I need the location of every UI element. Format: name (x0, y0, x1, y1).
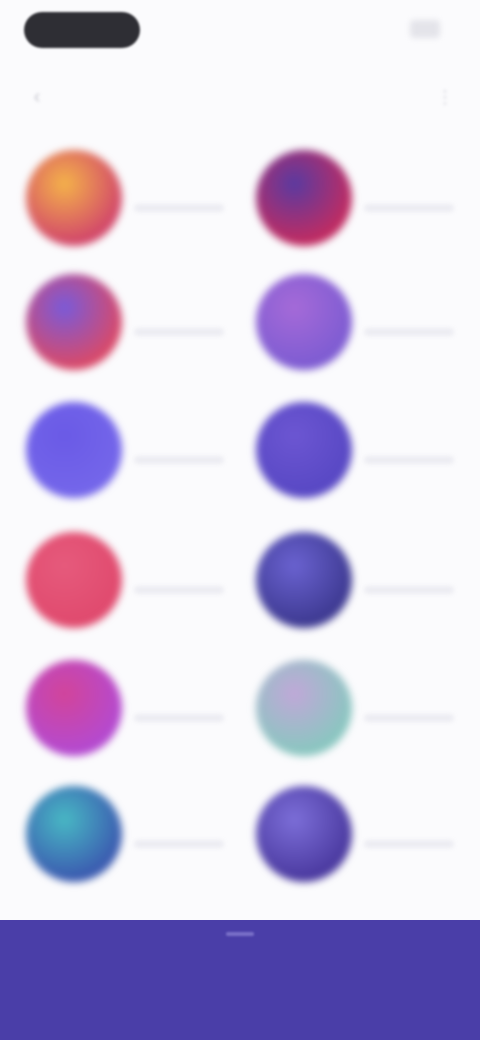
item-subtitle (364, 586, 454, 594)
avatar (26, 274, 122, 370)
header: ‹ ⋮ (0, 70, 480, 126)
grid-item[interactable] (256, 402, 480, 512)
grid-item[interactable] (256, 150, 480, 260)
item-subtitle (134, 456, 224, 464)
item-subtitle (134, 714, 224, 722)
avatar (26, 786, 122, 882)
item-subtitle (364, 204, 454, 212)
grid-item[interactable] (256, 532, 480, 642)
drag-handle[interactable] (226, 932, 254, 936)
avatar (26, 150, 122, 246)
avatar (256, 150, 352, 246)
grid-item[interactable] (256, 274, 480, 384)
item-subtitle (364, 456, 454, 464)
item-subtitle (364, 328, 454, 336)
grid-item[interactable] (256, 786, 480, 896)
avatar (256, 786, 352, 882)
grid-item[interactable] (26, 274, 256, 384)
avatar (256, 402, 352, 498)
avatar (256, 660, 352, 756)
status-pill (24, 12, 140, 48)
item-subtitle (134, 840, 224, 848)
grid-item[interactable] (256, 660, 480, 770)
grid-item[interactable] (26, 786, 256, 896)
item-subtitle (364, 840, 454, 848)
grid-item[interactable] (26, 660, 256, 770)
avatar (26, 532, 122, 628)
grid-item[interactable] (26, 402, 256, 512)
item-subtitle (134, 204, 224, 212)
item-subtitle (134, 328, 224, 336)
status-bar (0, 0, 480, 64)
avatar (256, 274, 352, 370)
grid-item[interactable] (26, 150, 256, 260)
grid-item[interactable] (26, 532, 256, 642)
avatar (26, 402, 122, 498)
status-icons (410, 20, 440, 38)
item-subtitle (134, 586, 224, 594)
chevron-left-icon[interactable]: ‹ (22, 82, 52, 112)
item-subtitle (364, 714, 454, 722)
avatar (256, 532, 352, 628)
bottom-panel[interactable] (0, 920, 480, 1040)
avatar (26, 660, 122, 756)
ellipsis-icon[interactable]: ⋮ (430, 82, 460, 112)
